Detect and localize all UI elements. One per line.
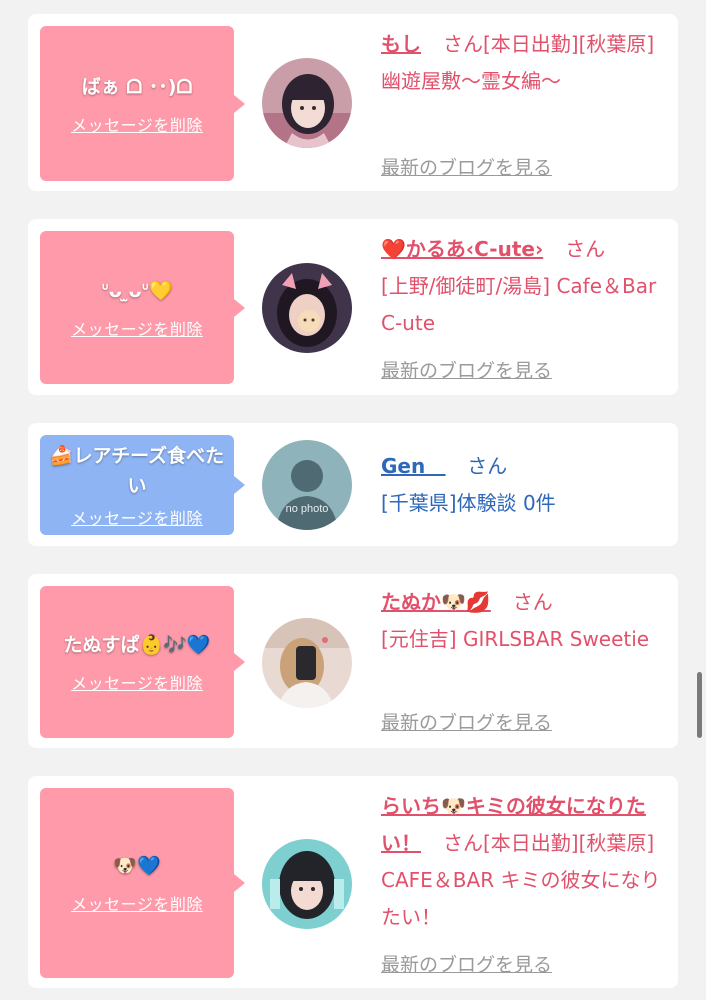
sender-info: Gen＿ さん [千葉県]体験談 0件 [381,448,666,522]
message-card: たぬすぱ👶🎶💙 メッセージを削除 たぬか🐶💋 さん [元住吉] GIRLSBAR S… [28,574,678,748]
san-suffix: さん [565,237,606,261]
message-card: 🍰レアチーズ食べたい メッセージを削除 no photo Gen＿ さん [千葉県]… [28,423,678,546]
sender-location-shop: [本日出勤][秋葉原] 幽遊屋敷〜霊女編〜 [381,32,655,93]
delete-message-link[interactable]: メッセージを削除 [71,505,203,529]
message-bubble: ᐡᴗ ̫ᴗᐡ💛 メッセージを削除 [40,231,245,384]
sender-name-link[interactable]: Gen＿ [381,454,445,478]
no-photo-caption: no photo [286,503,329,515]
girl-photo-avatar-icon [262,618,352,708]
message-card: 🐶💙 メッセージを削除 らいち🐶キミの彼女になりたい！ さん[本日出勤][秋葉原]… [28,776,678,988]
sender-info: らいち🐶キミの彼女になりたい！ さん[本日出勤][秋葉原] CAFE＆BAR キミ… [381,788,666,936]
girl-photo-avatar-icon [262,263,352,353]
delete-message-link[interactable]: メッセージを削除 [71,891,203,915]
sender-location-shop: [千葉県]体験談 0件 [381,491,556,515]
message-bubble: たぬすぱ👶🎶💙 メッセージを削除 [40,586,245,738]
avatar[interactable] [262,618,352,708]
sender-info: たぬか🐶💋 さん [元住吉] GIRLSBAR Sweetie [381,584,666,658]
delete-message-link[interactable]: メッセージを削除 [71,316,203,340]
latest-blog-link[interactable]: 最新のブログを見る [381,356,552,383]
sender-name-link[interactable]: ❤️かるあ‹C-ute› [381,237,543,261]
latest-blog-link[interactable]: 最新のブログを見る [381,950,552,977]
delete-message-link[interactable]: メッセージを削除 [71,670,203,694]
scrollbar-thumb[interactable] [697,672,702,738]
sender-location-shop: [上野/御徒町/湯島] Cafe＆Bar C-ute [381,274,657,335]
bubble-message-text: 🐶💙 [113,855,161,877]
avatar[interactable] [262,839,352,929]
no-photo-avatar-icon: no photo [262,440,352,530]
san-suffix: さん [443,831,483,855]
avatar[interactable] [262,58,352,148]
sender-info: ❤️かるあ‹C-ute› さん [上野/御徒町/湯島] Cafe＆Bar C-ute [381,231,666,342]
message-card: ᐡᴗ ̫ᴗᐡ💛 メッセージを削除 ❤️かるあ‹C-ute› さん [上野/御徒町/湯… [28,219,678,395]
message-card: ばぁ ᗝ ･･)ᗝ メッセージを削除 もし さん[本日出勤][秋葉原] 幽遊屋敷〜… [28,14,678,191]
bubble-message-text: 🍰レアチーズ食べたい [49,445,225,497]
sender-location-shop: [元住吉] GIRLSBAR Sweetie [381,627,650,651]
message-list: ばぁ ᗝ ･･)ᗝ メッセージを削除 もし さん[本日出勤][秋葉原] 幽遊屋敷〜… [0,0,706,1000]
message-bubble: ばぁ ᗝ ･･)ᗝ メッセージを削除 [40,26,245,181]
message-bubble: 🐶💙 メッセージを削除 [40,788,245,978]
girl-photo-avatar-icon [262,839,352,929]
san-suffix: さん [467,454,508,478]
girl-photo-avatar-icon [262,58,352,148]
message-bubble: 🍰レアチーズ食べたい メッセージを削除 [40,435,245,535]
sender-location-shop: [本日出勤][秋葉原] CAFE＆BAR キミの彼女になりたい！ [381,831,661,929]
latest-blog-link[interactable]: 最新のブログを見る [381,708,552,735]
avatar[interactable]: no photo [262,440,352,530]
latest-blog-link[interactable]: 最新のブログを見る [381,153,552,180]
delete-message-link[interactable]: メッセージを削除 [71,112,203,136]
bubble-message-text: ᐡᴗ ̫ᴗᐡ💛 [101,279,173,302]
sender-name-link[interactable]: たぬか🐶💋 [381,590,491,614]
bubble-message-text: ばぁ ᗝ ･･)ᗝ [81,75,193,98]
san-suffix: さん [512,590,553,614]
san-suffix: さん [443,32,483,56]
avatar[interactable] [262,263,352,353]
bubble-message-text: たぬすぱ👶🎶💙 [63,634,211,656]
sender-info: もし さん[本日出勤][秋葉原] 幽遊屋敷〜霊女編〜 [381,26,666,100]
sender-name-link[interactable]: もし [381,32,421,56]
